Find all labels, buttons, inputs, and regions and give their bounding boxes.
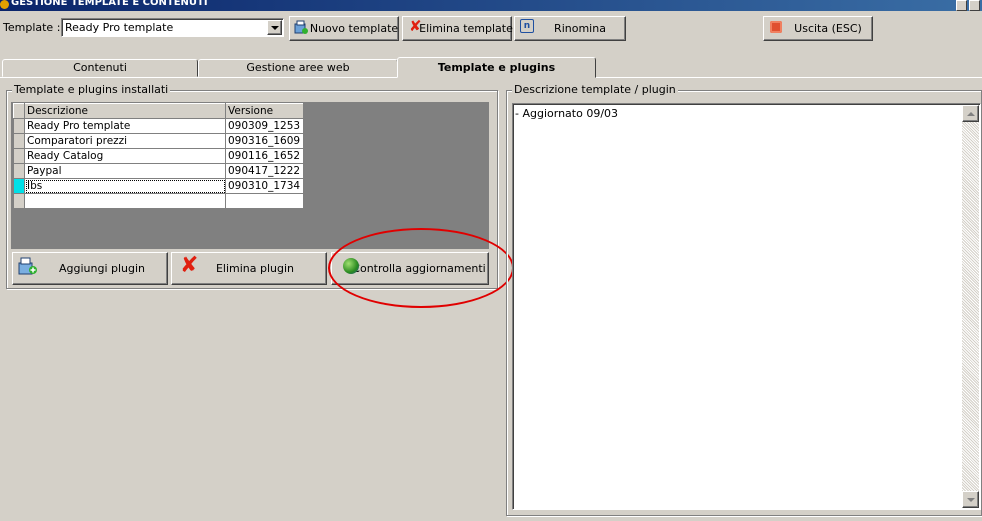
- installed-group-title: Template e plugins installati: [12, 83, 171, 96]
- template-label: Template :: [3, 21, 61, 34]
- cell-descrizione[interactable]: Comparatori prezzi: [24, 133, 226, 149]
- tab-template-e-plugins[interactable]: Template e plugins: [397, 57, 596, 78]
- delete-plugin-label: Elimina plugin: [215, 262, 295, 275]
- cell-empty[interactable]: [24, 193, 226, 209]
- delete-plugin-button[interactable]: ✘ Elimina plugin: [171, 252, 327, 285]
- delete-plugin-icon: ✘: [180, 253, 199, 278]
- rename-label: Rinomina: [554, 22, 606, 35]
- row-indicator-header: [13, 103, 25, 119]
- rename-icon: n: [520, 19, 534, 33]
- row-indicator: [13, 118, 25, 134]
- app-icon: [0, 0, 9, 9]
- tab-contenuti[interactable]: Contenuti: [2, 59, 198, 77]
- cell-versione[interactable]: 090417_1222: [225, 163, 304, 179]
- window-title: GESTIONE TEMPLATE E CONTENUTI: [11, 0, 208, 8]
- cell-descrizione[interactable]: Paypal: [24, 163, 226, 179]
- cell-versione[interactable]: 090310_1734: [225, 178, 304, 194]
- plugins-table: Descrizione Versione Ready Pro template …: [13, 103, 304, 209]
- row-indicator: [13, 133, 25, 149]
- add-plugin-icon: [18, 257, 37, 275]
- table-row[interactable]: Paypal 090417_1222: [13, 163, 304, 179]
- check-updates-button[interactable]: Controlla aggiornamenti: [331, 252, 489, 285]
- globe-update-icon: [343, 258, 359, 274]
- plugins-grid[interactable]: Descrizione Versione Ready Pro template …: [11, 102, 489, 249]
- table-row[interactable]: Ready Pro template 090309_1253: [13, 118, 304, 134]
- description-text: - Aggiornato 09/03: [515, 107, 619, 120]
- column-header-versione[interactable]: Versione: [225, 103, 304, 119]
- tab-strip: Contenuti Gestione aree web Template e p…: [0, 57, 982, 78]
- exit-label: Uscita (ESC): [794, 22, 862, 35]
- tab-gestione-aree-web[interactable]: Gestione aree web: [198, 59, 398, 77]
- vertical-scrollbar[interactable]: [962, 105, 979, 508]
- table-header-row: Descrizione Versione: [13, 103, 304, 119]
- template-select[interactable]: Ready Pro template: [61, 18, 284, 37]
- row-indicator: [13, 193, 25, 209]
- exit-button[interactable]: Uscita (ESC): [763, 16, 873, 41]
- row-indicator-current: [13, 178, 25, 194]
- tab-template-e-plugins-label: Template e plugins: [437, 61, 556, 74]
- table-row[interactable]: Comparatori prezzi 090316_1609: [13, 133, 304, 149]
- template-select-value: Ready Pro template: [65, 21, 174, 34]
- cell-versione[interactable]: 090116_1652: [225, 148, 304, 164]
- add-plugin-label: Aggiungi plugin: [58, 262, 146, 275]
- table-row-selected[interactable]: Ibs 090310_1734: [13, 178, 304, 194]
- cell-descrizione[interactable]: Ready Catalog: [24, 148, 226, 164]
- cell-versione[interactable]: 090309_1253: [225, 118, 304, 134]
- table-row[interactable]: Ready Catalog 090116_1652: [13, 148, 304, 164]
- add-plugin-button[interactable]: Aggiungi plugin: [12, 252, 168, 285]
- row-indicator: [13, 148, 25, 164]
- row-indicator: [13, 163, 25, 179]
- cell-descrizione[interactable]: Ready Pro template: [24, 118, 226, 134]
- maximize-button[interactable]: [969, 0, 980, 11]
- cell-versione[interactable]: 090316_1609: [225, 133, 304, 149]
- exit-icon: [770, 21, 782, 33]
- description-textarea[interactable]: - Aggiornato 09/03: [512, 103, 981, 510]
- new-template-icon: [294, 20, 308, 34]
- table-row-empty[interactable]: [13, 193, 304, 209]
- scroll-up-icon[interactable]: [962, 105, 979, 122]
- new-template-button[interactable]: Nuovo template: [289, 16, 399, 41]
- rename-button[interactable]: n Rinomina: [514, 16, 626, 41]
- description-group-title: Descrizione template / plugin: [512, 83, 678, 96]
- tab-gestione-aree-web-label: Gestione aree web: [246, 61, 350, 74]
- delete-template-button[interactable]: ✘ Elimina template: [402, 16, 513, 41]
- minimize-button[interactable]: [956, 0, 967, 11]
- delete-icon: ✘: [409, 17, 422, 35]
- cell-descrizione[interactable]: Ibs: [24, 178, 226, 194]
- cell-empty[interactable]: [225, 193, 304, 209]
- chevron-down-icon[interactable]: [267, 20, 282, 35]
- scroll-down-icon[interactable]: [962, 491, 979, 508]
- tab-contenuti-label: Contenuti: [73, 61, 127, 74]
- title-bar: GESTIONE TEMPLATE E CONTENUTI: [0, 0, 982, 11]
- column-header-descrizione[interactable]: Descrizione: [24, 103, 226, 119]
